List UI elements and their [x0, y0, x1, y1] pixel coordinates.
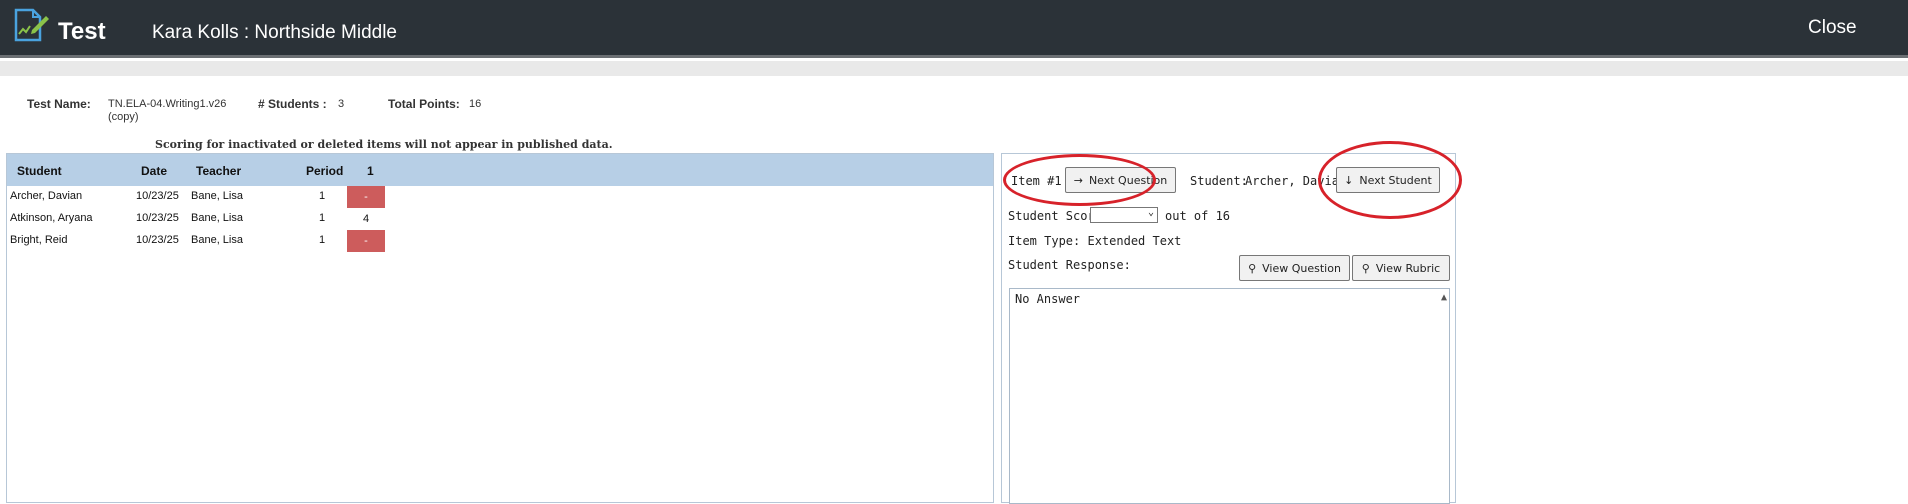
test-date: 10/23/25: [136, 190, 179, 202]
student-name: Atkinson, Aryana: [10, 212, 93, 224]
scroll-up-icon[interactable]: ▲: [1441, 292, 1447, 303]
column-header-student[interactable]: Student: [17, 164, 62, 178]
app-title: Test: [58, 18, 106, 45]
view-question-label: View Question: [1262, 261, 1341, 275]
student-response-box[interactable]: No Answer ▲: [1009, 288, 1450, 504]
score-cell[interactable]: -: [347, 230, 385, 252]
next-question-button[interactable]: → Next Question: [1065, 167, 1176, 193]
student-name: Archer, Davian: [10, 190, 83, 202]
current-student-name: Archer, Davian: [1245, 174, 1347, 188]
column-header-period[interactable]: Period: [306, 164, 343, 178]
test-date: 10/23/25: [136, 212, 179, 224]
test-name-label: Test Name:: [27, 97, 91, 111]
table-row[interactable]: Bright, Reid 10/23/25 Bane, Lisa 1 -: [7, 230, 993, 252]
item-number-label: Item #1: [1011, 174, 1062, 188]
item-type: Item Type: Extended Text: [1008, 234, 1182, 248]
close-button[interactable]: Close: [1808, 17, 1857, 39]
arrow-right-icon: →: [1073, 173, 1083, 187]
test-name-line: TN.ELA-04.Writing1.v26: [108, 98, 227, 110]
test-date: 10/23/25: [136, 234, 179, 246]
arrow-down-icon: ↓: [1344, 173, 1354, 187]
score-cell[interactable]: -: [347, 186, 385, 208]
period: 1: [319, 234, 326, 246]
teacher-name: Bane, Lisa: [191, 212, 243, 224]
student-response-label: Student Response:: [1008, 258, 1131, 272]
teacher-school-title: Kara Kolls : Northside Middle: [152, 22, 397, 43]
students-count: 3: [338, 98, 345, 110]
teacher-name: Bane, Lisa: [191, 190, 243, 202]
scoring-notice: Scoring for inactivated or deleted items…: [155, 138, 613, 151]
student-grid: Student Date Teacher Period 1 Archer, Da…: [6, 153, 994, 503]
period: 1: [319, 212, 326, 224]
total-points-value: 16: [469, 98, 482, 110]
table-row[interactable]: Archer, Davian 10/23/25 Bane, Lisa 1 -: [7, 186, 993, 208]
total-points-label: Total Points:: [388, 97, 460, 111]
test-name-copy: (copy): [108, 111, 139, 123]
response-text: No Answer: [1015, 292, 1081, 306]
students-label: # Students :: [258, 97, 327, 111]
test-name-value: TN.ELA-04.Writing1.v26 (copy): [108, 98, 226, 124]
next-student-label: Next Student: [1359, 173, 1432, 187]
student-score-select[interactable]: ⌄: [1090, 207, 1158, 223]
student-label: Student:: [1190, 174, 1248, 188]
student-name: Bright, Reid: [10, 234, 68, 246]
grid-header: Student Date Teacher Period 1: [7, 154, 993, 186]
magnifier-icon: ⚲: [1248, 261, 1257, 275]
scoring-panel: Item #1 → Next Question Student: Archer,…: [1001, 153, 1456, 504]
column-header-item-1[interactable]: 1: [367, 164, 374, 178]
next-question-label: Next Question: [1088, 173, 1168, 187]
next-student-button[interactable]: ↓ Next Student: [1336, 167, 1440, 193]
column-header-date[interactable]: Date: [141, 164, 167, 178]
table-row[interactable]: Atkinson, Aryana 10/23/25 Bane, Lisa 1 4: [7, 208, 993, 230]
view-rubric-button[interactable]: ⚲ View Rubric: [1352, 255, 1450, 281]
student-score-label: Student Score: [1008, 209, 1102, 223]
sub-header-bar: [0, 61, 1908, 76]
view-rubric-label: View Rubric: [1375, 261, 1441, 275]
column-header-teacher[interactable]: Teacher: [196, 164, 241, 178]
score-cell[interactable]: 4: [347, 208, 385, 230]
teacher-name: Bane, Lisa: [191, 234, 243, 246]
view-question-button[interactable]: ⚲ View Question: [1239, 255, 1350, 281]
period: 1: [319, 190, 326, 202]
test-document-icon: [14, 8, 49, 42]
out-of-points: out of 16: [1165, 209, 1231, 223]
magnifier-icon: ⚲: [1361, 261, 1370, 275]
chevron-down-icon: ⌄: [1147, 207, 1154, 218]
top-bar: Test Kara Kolls : Northside Middle Close: [0, 0, 1908, 58]
